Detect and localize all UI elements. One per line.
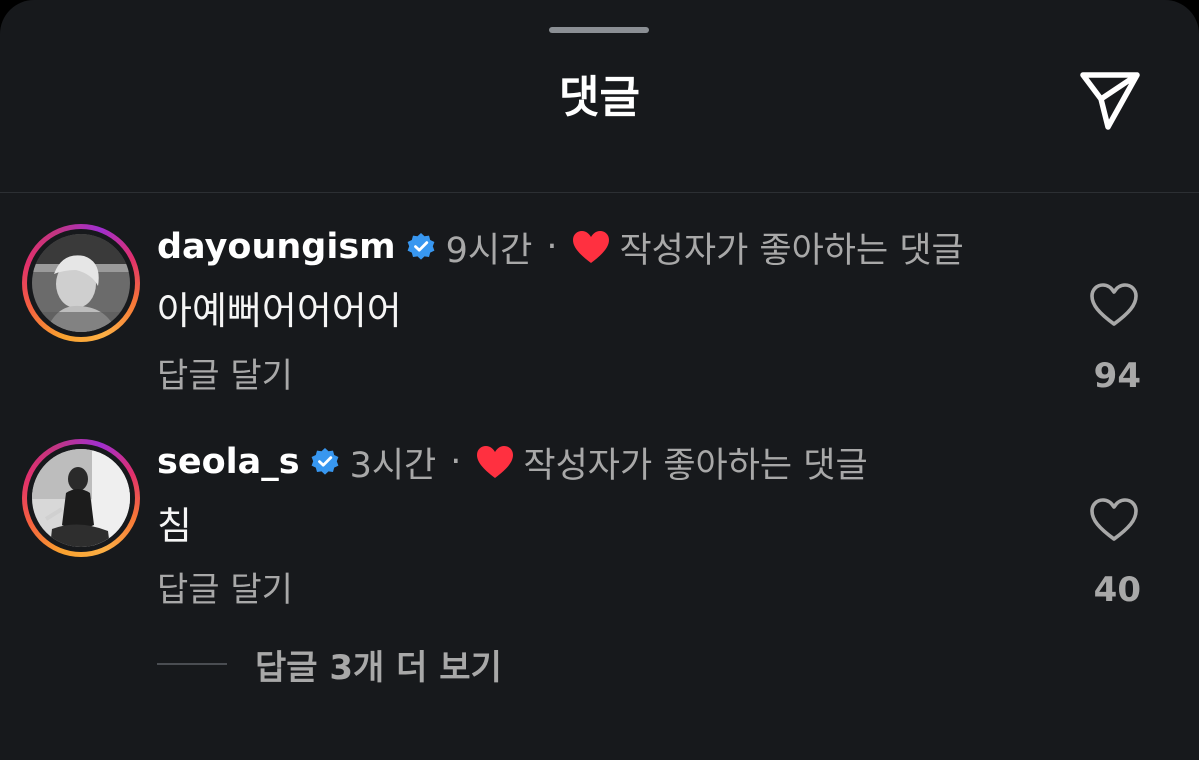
like-count: 40 <box>1093 570 1141 610</box>
liked-by-author-label: 작성자가 좋아하는 댓글 <box>523 445 868 486</box>
separator-dot: · <box>546 227 558 267</box>
like-button[interactable] <box>1087 495 1141 545</box>
drag-handle[interactable] <box>549 27 649 33</box>
view-more-replies-label: 답글 3개 더 보기 <box>255 647 502 688</box>
avatar-image <box>32 234 130 332</box>
comment-time: 9시간 <box>445 230 533 271</box>
replies-line <box>157 663 227 665</box>
verified-badge-icon <box>310 447 340 477</box>
send-icon <box>1080 72 1140 130</box>
comment-text: 침 <box>157 504 192 548</box>
comments-sheet: 댓글 dayoungism 9시간 · 작성자가 좋아하는 댓글 아예뻐어어어어… <box>0 0 1199 760</box>
like-count: 94 <box>1093 356 1141 396</box>
sheet-title: 댓글 <box>559 72 640 123</box>
heart-outline-icon <box>1090 498 1138 541</box>
avatar[interactable] <box>22 439 140 557</box>
heart-filled-icon <box>475 444 515 480</box>
comment-meta: seola_s 3시간 · 작성자가 좋아하는 댓글 <box>157 437 868 487</box>
reply-button[interactable]: 답글 달기 <box>157 354 293 398</box>
liked-by-author-label: 작성자가 좋아하는 댓글 <box>619 230 964 271</box>
heart-filled-icon <box>571 229 611 265</box>
avatar-image <box>32 449 130 547</box>
header-divider <box>0 192 1199 193</box>
heart-outline-icon <box>1090 283 1138 326</box>
separator-dot: · <box>450 442 462 482</box>
comment-username[interactable]: dayoungism <box>157 227 396 267</box>
share-button[interactable] <box>1072 66 1148 134</box>
reply-button[interactable]: 답글 달기 <box>157 568 293 612</box>
avatar[interactable] <box>22 224 140 342</box>
comment-text: 아예뻐어어어어 <box>157 289 402 333</box>
view-more-replies-button[interactable]: 답글 3개 더 보기 <box>157 640 502 688</box>
verified-badge-icon <box>406 232 436 262</box>
comment-time: 3시간 <box>349 445 437 486</box>
comment-meta: dayoungism 9시간 · 작성자가 좋아하는 댓글 <box>157 222 964 272</box>
comment-username[interactable]: seola_s <box>157 442 300 482</box>
like-button[interactable] <box>1087 280 1141 330</box>
